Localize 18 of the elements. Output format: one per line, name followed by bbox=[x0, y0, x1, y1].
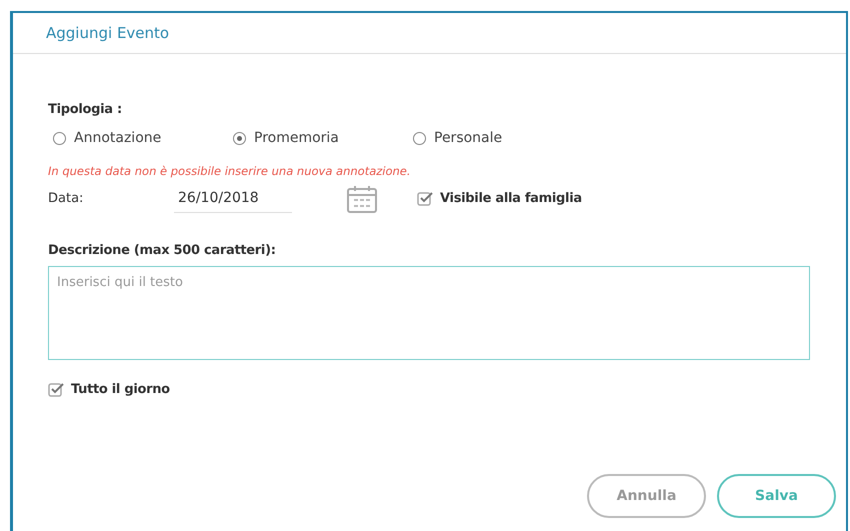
checkbox-label[interactable]: Tutto il giorno bbox=[71, 382, 170, 397]
radio-button[interactable] bbox=[413, 132, 426, 144]
radio-label[interactable]: Promemoria bbox=[254, 130, 339, 146]
calendar-icon[interactable] bbox=[347, 184, 377, 212]
checkbox[interactable] bbox=[48, 382, 65, 397]
radio-label[interactable]: Personale bbox=[434, 130, 502, 146]
date-field[interactable]: 26/10/2018 bbox=[174, 184, 292, 213]
checkbox-label[interactable]: Visibile alla famiglia bbox=[440, 191, 582, 206]
description-field[interactable]: Inserisci qui il testo bbox=[48, 266, 810, 360]
error-message: In questa data non è possibile inserire una nuova annotazione. bbox=[48, 164, 412, 178]
dialog-title: Aggiungi Evento bbox=[46, 24, 170, 42]
radio-label[interactable]: Annotazione bbox=[74, 130, 162, 146]
type-label: Tipologia : bbox=[48, 102, 123, 117]
description-label: Descrizione (max 500 caratteri): bbox=[48, 243, 277, 258]
checkbox[interactable] bbox=[417, 191, 434, 206]
radio-button[interactable] bbox=[53, 132, 66, 144]
radio-button[interactable] bbox=[233, 132, 246, 144]
date-label: Data: bbox=[48, 191, 84, 206]
